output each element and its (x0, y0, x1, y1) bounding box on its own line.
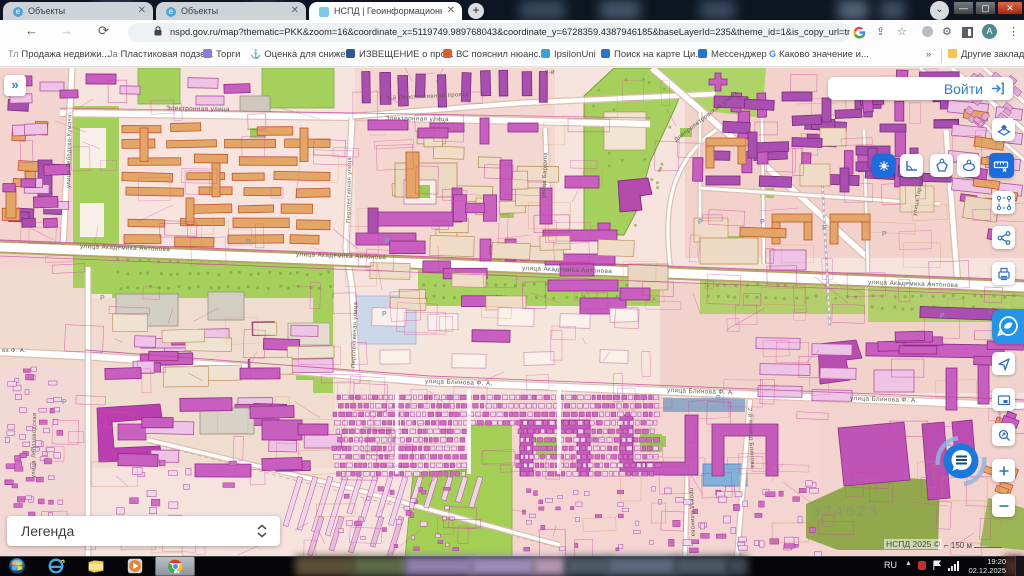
svg-text:324623: 324623 (588, 428, 649, 443)
svg-text:P: P (882, 231, 887, 238)
svg-text:Электронная улица: Электронная улица (385, 115, 449, 123)
svg-text:P: P (385, 238, 390, 245)
svg-text:P: P (698, 219, 703, 226)
svg-text:324623: 324623 (812, 503, 880, 520)
svg-text:2-й: 2-й (545, 69, 555, 76)
svg-text:P: P (246, 239, 251, 246)
svg-text:ва Ф. А.: ва Ф. А. (2, 348, 26, 354)
svg-text:P: P (940, 313, 945, 320)
svg-text:улица Лесозаводская: улица Лесозаводская (31, 412, 38, 478)
svg-text:P: P (382, 311, 387, 318)
svg-text:Электронная улица: Электронная улица (166, 105, 230, 113)
svg-text:P: P (760, 219, 765, 226)
svg-text:P: P (716, 395, 721, 402)
svg-text:P: P (62, 399, 67, 406)
svg-text:P: P (822, 225, 827, 232)
svg-text:P: P (100, 295, 105, 302)
svg-text:Перспективная улица: Перспективная улица (346, 156, 353, 223)
